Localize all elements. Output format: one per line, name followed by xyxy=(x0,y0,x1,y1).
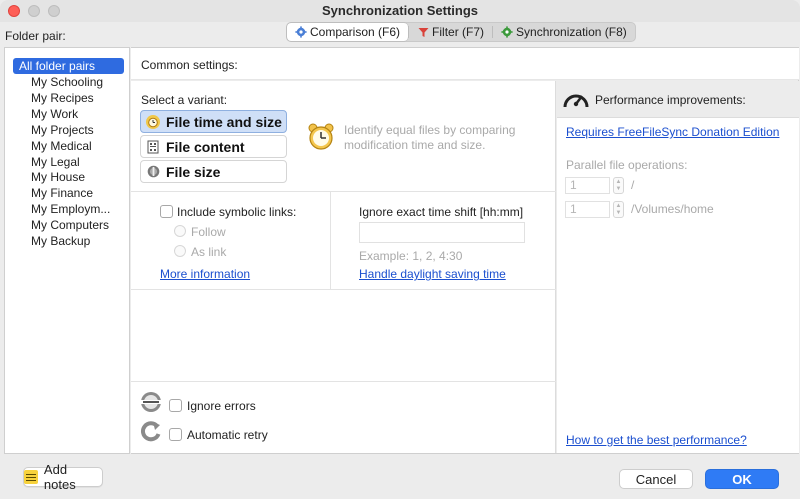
divider xyxy=(131,289,556,290)
disk-icon xyxy=(146,165,160,179)
tab-comparison-label: Comparison (F6) xyxy=(310,25,401,39)
symlink-as-link-label: As link xyxy=(191,245,227,259)
symlink-follow-label: Follow xyxy=(191,225,226,239)
sidebar-item-my-projects[interactable]: My Projects xyxy=(5,122,129,138)
add-notes-button[interactable]: Add notes xyxy=(23,462,103,492)
sidebar-item-my-recipes[interactable]: My Recipes xyxy=(5,90,129,106)
divider xyxy=(330,192,331,289)
sidebar-item-my-schooling[interactable]: My Schooling xyxy=(5,74,129,90)
chevron-up-icon: ▲ xyxy=(615,202,622,209)
parallel-ops-stepper-volume[interactable]: ▲ ▼ xyxy=(613,201,624,218)
parallel-operations-label: Parallel file operations: xyxy=(566,158,688,172)
variant-file-time-size-label: File time and size xyxy=(166,113,282,130)
time-shift-example: Example: 1, 2, 4:30 xyxy=(359,249,463,263)
parallel-ops-path-root: / xyxy=(631,178,635,192)
cancel-button[interactable]: Cancel xyxy=(619,469,693,489)
ignore-errors-label: Ignore errors xyxy=(187,399,256,413)
parallel-ops-stepper-root[interactable]: ▲ ▼ xyxy=(613,177,624,194)
ignore-errors-icon xyxy=(140,391,162,413)
sidebar-item-my-medical[interactable]: My Medical xyxy=(5,138,129,154)
ignore-errors-checkbox[interactable] xyxy=(169,399,182,412)
settings-tabs: Comparison (F6) Filter (F7) Synchronizat… xyxy=(286,22,636,42)
clock-icon xyxy=(146,114,160,129)
time-shift-input[interactable] xyxy=(359,222,525,243)
funnel-icon xyxy=(417,26,429,38)
title-bar: Synchronization Settings xyxy=(0,0,800,22)
retry-arrow-icon xyxy=(140,420,162,442)
common-settings-label: Common settings: xyxy=(141,58,238,72)
symlink-as-link-radio[interactable] xyxy=(174,245,186,257)
chevron-down-icon: ▼ xyxy=(615,185,622,192)
performance-title: Performance improvements: xyxy=(595,93,746,107)
automatic-retry-label: Automatic retry xyxy=(187,428,268,442)
daylight-saving-link[interactable]: Handle daylight saving time xyxy=(359,267,506,281)
comparison-panel: Select a variant: File time and size Fil… xyxy=(131,81,556,453)
chevron-up-icon: ▲ xyxy=(615,178,622,185)
variant-file-size-label: File size xyxy=(166,163,221,180)
sidebar-item-my-legal[interactable]: My Legal xyxy=(5,154,129,170)
symlink-follow-radio[interactable] xyxy=(174,225,186,237)
sidebar-item-my-computers[interactable]: My Computers xyxy=(5,217,129,233)
tab-filter-label: Filter (F7) xyxy=(432,25,485,39)
parallel-ops-input-volume[interactable]: 1 xyxy=(565,201,610,218)
common-settings-bar: Common settings: xyxy=(131,48,799,80)
parallel-ops-input-root[interactable]: 1 xyxy=(565,177,610,194)
donation-edition-link[interactable]: Requires FreeFileSync Donation Edition xyxy=(566,125,779,139)
include-symlinks-label: Include symbolic links: xyxy=(177,205,297,219)
notes-icon xyxy=(24,470,38,484)
variant-description: Identify equal files by comparing modifi… xyxy=(344,123,516,152)
tab-synchronization[interactable]: Synchronization (F8) xyxy=(493,23,635,41)
tab-filter[interactable]: Filter (F7) xyxy=(409,23,492,41)
folder-pair-list: All folder pairs My Schooling My Recipes… xyxy=(4,47,130,454)
chevron-down-icon: ▼ xyxy=(615,209,622,216)
alarm-clock-icon xyxy=(306,121,336,151)
sidebar-item-my-house[interactable]: My House xyxy=(5,169,129,185)
variant-file-time-size-button[interactable]: File time and size xyxy=(140,110,287,133)
window-title: Synchronization Settings xyxy=(321,3,478,18)
sidebar-item-my-finance[interactable]: My Finance xyxy=(5,185,129,201)
gear-icon xyxy=(295,26,307,38)
sidebar-item-my-work[interactable]: My Work xyxy=(5,106,129,122)
speedometer-icon xyxy=(562,87,590,111)
variant-file-content-label: File content xyxy=(166,138,245,155)
best-performance-link[interactable]: How to get the best performance? xyxy=(566,433,747,447)
sync-gear-icon xyxy=(501,26,513,38)
sidebar-item-my-backup[interactable]: My Backup xyxy=(5,233,129,249)
ok-button[interactable]: OK xyxy=(705,469,779,489)
sidebar-item-all-folder-pairs[interactable]: All folder pairs xyxy=(13,58,124,74)
folder-pair-label: Folder pair: xyxy=(5,29,66,43)
settings-main-panel: Common settings: Select a variant: File … xyxy=(131,47,799,454)
variant-file-content-button[interactable]: File content xyxy=(140,135,287,158)
more-information-link[interactable]: More information xyxy=(160,267,250,281)
divider xyxy=(131,191,556,192)
time-shift-label: Ignore exact time shift [hh:mm] xyxy=(359,205,524,219)
variant-file-size-button[interactable]: File size xyxy=(140,160,287,183)
document-icon xyxy=(146,140,160,154)
tab-comparison[interactable]: Comparison (F6) xyxy=(287,23,409,41)
select-variant-label: Select a variant: xyxy=(141,93,228,107)
settings-window: Synchronization Settings Comparison (F6)… xyxy=(0,0,800,499)
performance-panel: Performance improvements: Requires FreeF… xyxy=(557,81,799,453)
divider xyxy=(131,381,556,382)
sidebar-item-my-employment[interactable]: My Employm... xyxy=(5,201,129,217)
performance-header: Performance improvements: xyxy=(557,81,799,118)
parallel-ops-path-volume: /Volumes/home xyxy=(631,202,714,216)
add-notes-label: Add notes xyxy=(43,462,76,492)
automatic-retry-checkbox[interactable] xyxy=(169,428,182,441)
include-symlinks-checkbox[interactable] xyxy=(160,205,173,218)
tab-synchronization-label: Synchronization (F8) xyxy=(516,25,627,39)
